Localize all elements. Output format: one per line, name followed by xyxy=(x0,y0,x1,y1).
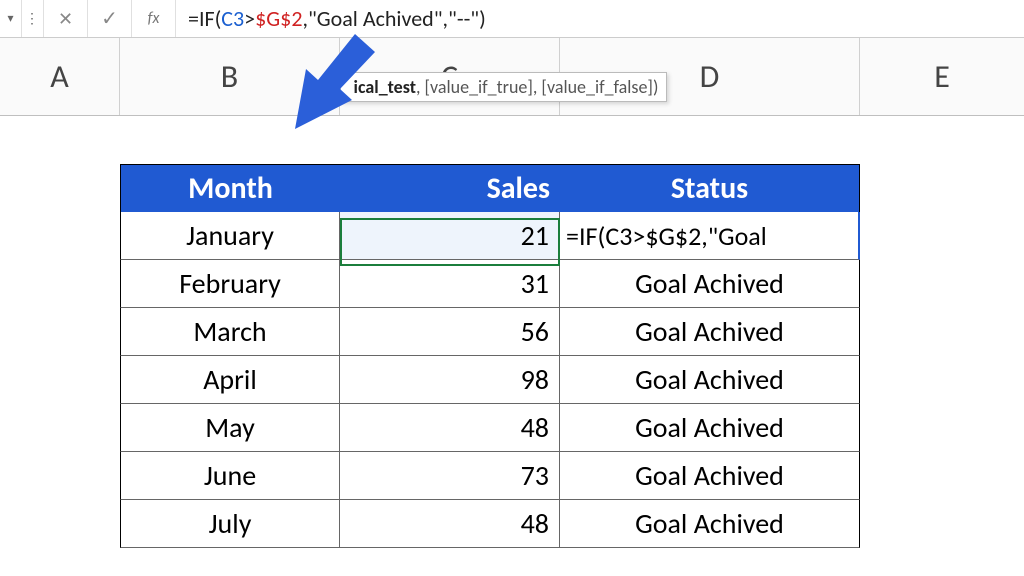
column-header-a[interactable]: A xyxy=(0,38,120,115)
cell[interactable] xyxy=(0,308,120,356)
formula-input[interactable]: =IF(C3>$G$2,"Goal Achived","--") xyxy=(176,5,1024,32)
cell[interactable] xyxy=(0,164,120,212)
cell-sales[interactable]: 31 xyxy=(340,260,560,308)
formula-ref-c3: C3 xyxy=(221,5,244,32)
insert-function-button[interactable]: fx xyxy=(132,0,176,37)
cell-month[interactable]: January xyxy=(120,212,340,260)
formula-bar-options[interactable]: ⋮ xyxy=(22,0,44,37)
confirm-button[interactable]: ✓ xyxy=(88,0,132,37)
formula-bar: ▾ ⋮ ✕ ✓ fx =IF(C3>$G$2,"Goal Achived","-… xyxy=(0,0,1024,38)
cell-sales[interactable]: 21 xyxy=(340,212,560,260)
formula-ref-g2: $G$2 xyxy=(255,5,302,32)
formula-rest: ,"Goal Achived","--") xyxy=(302,5,485,32)
cell-month[interactable]: February xyxy=(120,260,340,308)
cell-sales[interactable]: 48 xyxy=(340,404,560,452)
formula-op: > xyxy=(244,5,255,32)
cell[interactable] xyxy=(0,212,120,260)
cell-month[interactable]: July xyxy=(120,500,340,548)
cell-status[interactable]: Goal Achived xyxy=(560,500,860,548)
table-row: January 21 =IF(C3>$G$2,"Goal xyxy=(0,212,1024,260)
spacer-row xyxy=(0,116,1024,164)
tooltip-rest: , [value_if_true], [value_if_false]) xyxy=(416,76,658,98)
header-sales[interactable]: Sales xyxy=(340,164,560,212)
cell-status[interactable]: Goal Achived xyxy=(560,356,860,404)
cell[interactable] xyxy=(0,500,120,548)
cell-status[interactable]: Goal Achived xyxy=(560,452,860,500)
cell[interactable] xyxy=(860,116,1024,170)
formula-prefix: =IF( xyxy=(188,5,221,32)
cell-status-editing[interactable]: =IF(C3>$G$2,"Goal xyxy=(560,212,860,260)
cell[interactable] xyxy=(860,356,1024,404)
header-status[interactable]: Status xyxy=(560,164,860,212)
cell[interactable] xyxy=(860,308,1024,356)
cell-month[interactable]: March xyxy=(120,308,340,356)
table-row: May 48 Goal Achived xyxy=(0,404,1024,452)
cell-status[interactable]: Goal Achived xyxy=(560,308,860,356)
cell[interactable] xyxy=(0,404,120,452)
cell[interactable] xyxy=(560,116,860,170)
column-header-e[interactable]: E xyxy=(860,38,1024,115)
cell-sales[interactable]: 56 xyxy=(340,308,560,356)
table-row: March 56 Goal Achived xyxy=(0,308,1024,356)
function-tooltip: Iical_test, [value_if_true], [value_if_f… xyxy=(340,72,667,102)
table-row: February 31 Goal Achived xyxy=(0,260,1024,308)
cell[interactable] xyxy=(0,260,120,308)
cell[interactable] xyxy=(860,164,1024,212)
table-row: June 73 Goal Achived xyxy=(0,452,1024,500)
cell-month[interactable]: May xyxy=(120,404,340,452)
cell[interactable] xyxy=(0,356,120,404)
header-month[interactable]: Month xyxy=(120,164,340,212)
cell[interactable] xyxy=(0,452,120,500)
annotation-arrow-icon xyxy=(260,34,380,134)
cell-sales[interactable]: 48 xyxy=(340,500,560,548)
cell[interactable] xyxy=(860,452,1024,500)
cell-sales[interactable]: 73 xyxy=(340,452,560,500)
table-row: July 48 Goal Achived xyxy=(0,500,1024,548)
cell-sales[interactable]: 98 xyxy=(340,356,560,404)
cell[interactable] xyxy=(860,260,1024,308)
table-row: April 98 Goal Achived xyxy=(0,356,1024,404)
cell-month[interactable]: June xyxy=(120,452,340,500)
cell-month[interactable]: April xyxy=(120,356,340,404)
cell[interactable] xyxy=(860,404,1024,452)
cell[interactable] xyxy=(0,116,120,170)
cell-status[interactable]: Goal Achived xyxy=(560,260,860,308)
cell[interactable] xyxy=(860,500,1024,548)
cell[interactable] xyxy=(860,212,1024,260)
cancel-button[interactable]: ✕ xyxy=(44,0,88,37)
worksheet-grid[interactable]: Month Sales Status January 21 =IF(C3>$G$… xyxy=(0,116,1024,548)
table-header-row: Month Sales Status xyxy=(0,164,1024,212)
name-box-dropdown[interactable]: ▾ xyxy=(0,0,22,37)
cell-status[interactable]: Goal Achived xyxy=(560,404,860,452)
